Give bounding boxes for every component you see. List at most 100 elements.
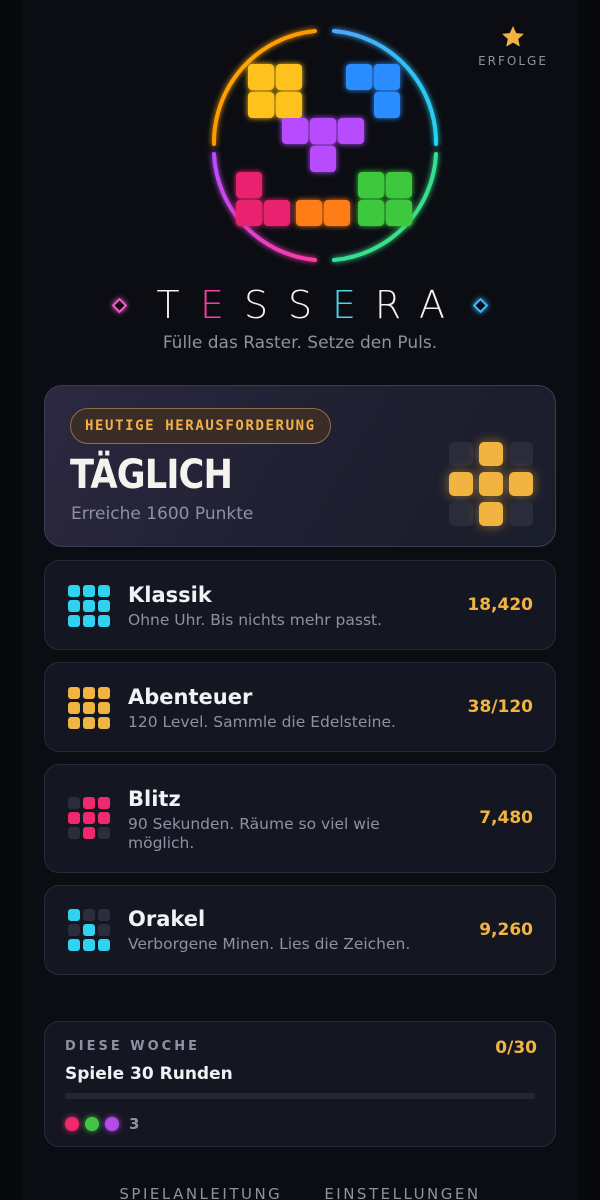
- wordmark-letter: T: [156, 283, 180, 327]
- daily-pattern-cell: [479, 442, 503, 466]
- mode-grid-cell: [68, 585, 80, 597]
- wordmark-letter: E: [199, 283, 224, 327]
- mode-grid-cell: [98, 615, 110, 627]
- weekly-reward-dots: 3: [65, 1115, 139, 1133]
- mode-grid-cell: [98, 812, 110, 824]
- mode-name: Abenteuer: [128, 685, 253, 709]
- reward-dot: [65, 1117, 79, 1131]
- mode-grid-cell: [83, 939, 95, 951]
- achievements-label: ERFOLGE: [478, 54, 548, 68]
- mode-grid-cell: [68, 924, 80, 936]
- mode-name: Klassik: [128, 583, 212, 607]
- wordmark-row: T E S S E R A: [22, 282, 578, 328]
- mode-grid-cell: [83, 702, 95, 714]
- wordmark-letter: E: [331, 283, 356, 327]
- mode-card-klassik[interactable]: Klassik Ohne Uhr. Bis nichts mehr passt. 1…: [44, 560, 556, 650]
- mode-grid-cell: [83, 827, 95, 839]
- mode-grid-cell: [83, 797, 95, 809]
- daily-badge: HEUTIGE HERAUSFORDERUNG: [70, 408, 331, 444]
- mode-grid-cell: [98, 702, 110, 714]
- mode-description: 120 Level. Sammle die Edelsteine.: [128, 713, 396, 731]
- mode-grid-cell: [68, 615, 80, 627]
- mode-grid-cell: [68, 600, 80, 612]
- daily-pattern-cell: [449, 502, 473, 526]
- mode-grid-cell: [83, 585, 95, 597]
- mode-grid-cell: [68, 687, 80, 699]
- weekly-count: 0/30: [495, 1038, 537, 1058]
- mode-grid-cell: [98, 924, 110, 936]
- daily-title: TÄGLICH: [70, 452, 233, 498]
- mode-grid-cell: [83, 717, 95, 729]
- wordmark-letter: S: [287, 283, 313, 327]
- mode-grid-cell: [98, 797, 110, 809]
- mode-description: Verborgene Minen. Lies die Zeichen.: [128, 935, 411, 953]
- wordmark-letter: S: [243, 283, 269, 327]
- weekly-progress-bar: [65, 1093, 535, 1099]
- mode-grid-cell: [68, 909, 80, 921]
- howto-link[interactable]: SPIELANLEITUNG: [119, 1185, 282, 1200]
- wordmark: T E S S E R A: [151, 283, 449, 327]
- diamond-left-icon: [111, 297, 128, 313]
- tessera-logo: [211, 29, 439, 262]
- mode-score: 9,260: [479, 920, 533, 940]
- mode-grid-cell: [98, 585, 110, 597]
- mode-score: 38/120: [467, 697, 533, 717]
- diamond-right-icon: [472, 297, 489, 313]
- mode-grid-cell: [68, 797, 80, 809]
- mode-grid-cell: [68, 702, 80, 714]
- mode-grid-cell: [83, 687, 95, 699]
- wordmark-letter: A: [419, 283, 445, 327]
- mode-name: Orakel: [128, 907, 206, 931]
- mode-grid-cell: [98, 909, 110, 921]
- mode-grid-cell: [98, 939, 110, 951]
- weekly-title: Spiele 30 Runden: [65, 1064, 233, 1084]
- daily-pattern-cell: [509, 472, 533, 496]
- mode-grid-icon: [68, 797, 110, 839]
- mode-grid-icon: [68, 687, 110, 729]
- mode-grid-cell: [68, 939, 80, 951]
- daily-pattern-cell: [449, 472, 473, 496]
- achievements-button[interactable]: ERFOLGE: [478, 24, 548, 68]
- weekly-challenge-card: DIESE WOCHE 0/30 Spiele 30 Runden 3: [44, 1021, 556, 1147]
- mode-description: 90 Sekunden. Räume so viel wie möglich.: [128, 815, 380, 852]
- star-icon: [502, 25, 524, 47]
- mode-grid-cell: [83, 924, 95, 936]
- mode-grid-cell: [83, 909, 95, 921]
- mode-grid-cell: [98, 827, 110, 839]
- mode-grid-icon: [68, 585, 110, 627]
- home-screen: ERFOLGE T E S S E R A Fülle das Raster. …: [22, 0, 578, 1200]
- mode-grid-cell: [68, 827, 80, 839]
- mode-grid-cell: [98, 687, 110, 699]
- weekly-dots-count: 3: [129, 1115, 140, 1133]
- mode-grid-cell: [83, 812, 95, 824]
- mode-description: Ohne Uhr. Bis nichts mehr passt.: [128, 611, 383, 629]
- daily-pattern-cell: [479, 502, 503, 526]
- mode-grid-cell: [83, 615, 95, 627]
- daily-subtitle: Erreiche 1600 Punkte: [71, 504, 254, 524]
- mode-card-blitz[interactable]: Blitz 90 Sekunden. Räume so viel wie mögl…: [44, 764, 556, 873]
- weekly-label: DIESE WOCHE: [65, 1039, 200, 1054]
- settings-link[interactable]: EINSTELLUNGEN: [324, 1185, 480, 1200]
- daily-pattern-cell: [449, 442, 473, 466]
- mode-score: 18,420: [467, 595, 533, 615]
- daily-pattern-icon: [449, 442, 533, 526]
- daily-pattern-cell: [509, 442, 533, 466]
- mode-grid-cell: [68, 812, 80, 824]
- mode-name: Blitz: [128, 787, 181, 811]
- mode-score: 7,480: [479, 808, 533, 828]
- mode-grid-cell: [68, 717, 80, 729]
- reward-dot: [105, 1117, 119, 1131]
- daily-pattern-cell: [509, 502, 533, 526]
- mode-grid-icon: [68, 909, 110, 951]
- mode-card-orakel[interactable]: Orakel Verborgene Minen. Lies die Zeichen…: [44, 885, 556, 975]
- tagline: Fülle das Raster. Setze den Puls.: [162, 333, 438, 353]
- wordmark-letter: R: [374, 283, 402, 327]
- mode-grid-cell: [98, 717, 110, 729]
- daily-pattern-cell: [479, 472, 503, 496]
- mode-grid-cell: [98, 600, 110, 612]
- daily-challenge-card[interactable]: HEUTIGE HERAUSFORDERUNG TÄGLICH Erreiche…: [44, 385, 556, 547]
- mode-grid-cell: [83, 600, 95, 612]
- footer-links: SPIELANLEITUNG EINSTELLUNGEN: [22, 1185, 578, 1200]
- mode-card-abenteuer[interactable]: Abenteuer 120 Level. Sammle die Edelstein…: [44, 662, 556, 752]
- reward-dot: [85, 1117, 99, 1131]
